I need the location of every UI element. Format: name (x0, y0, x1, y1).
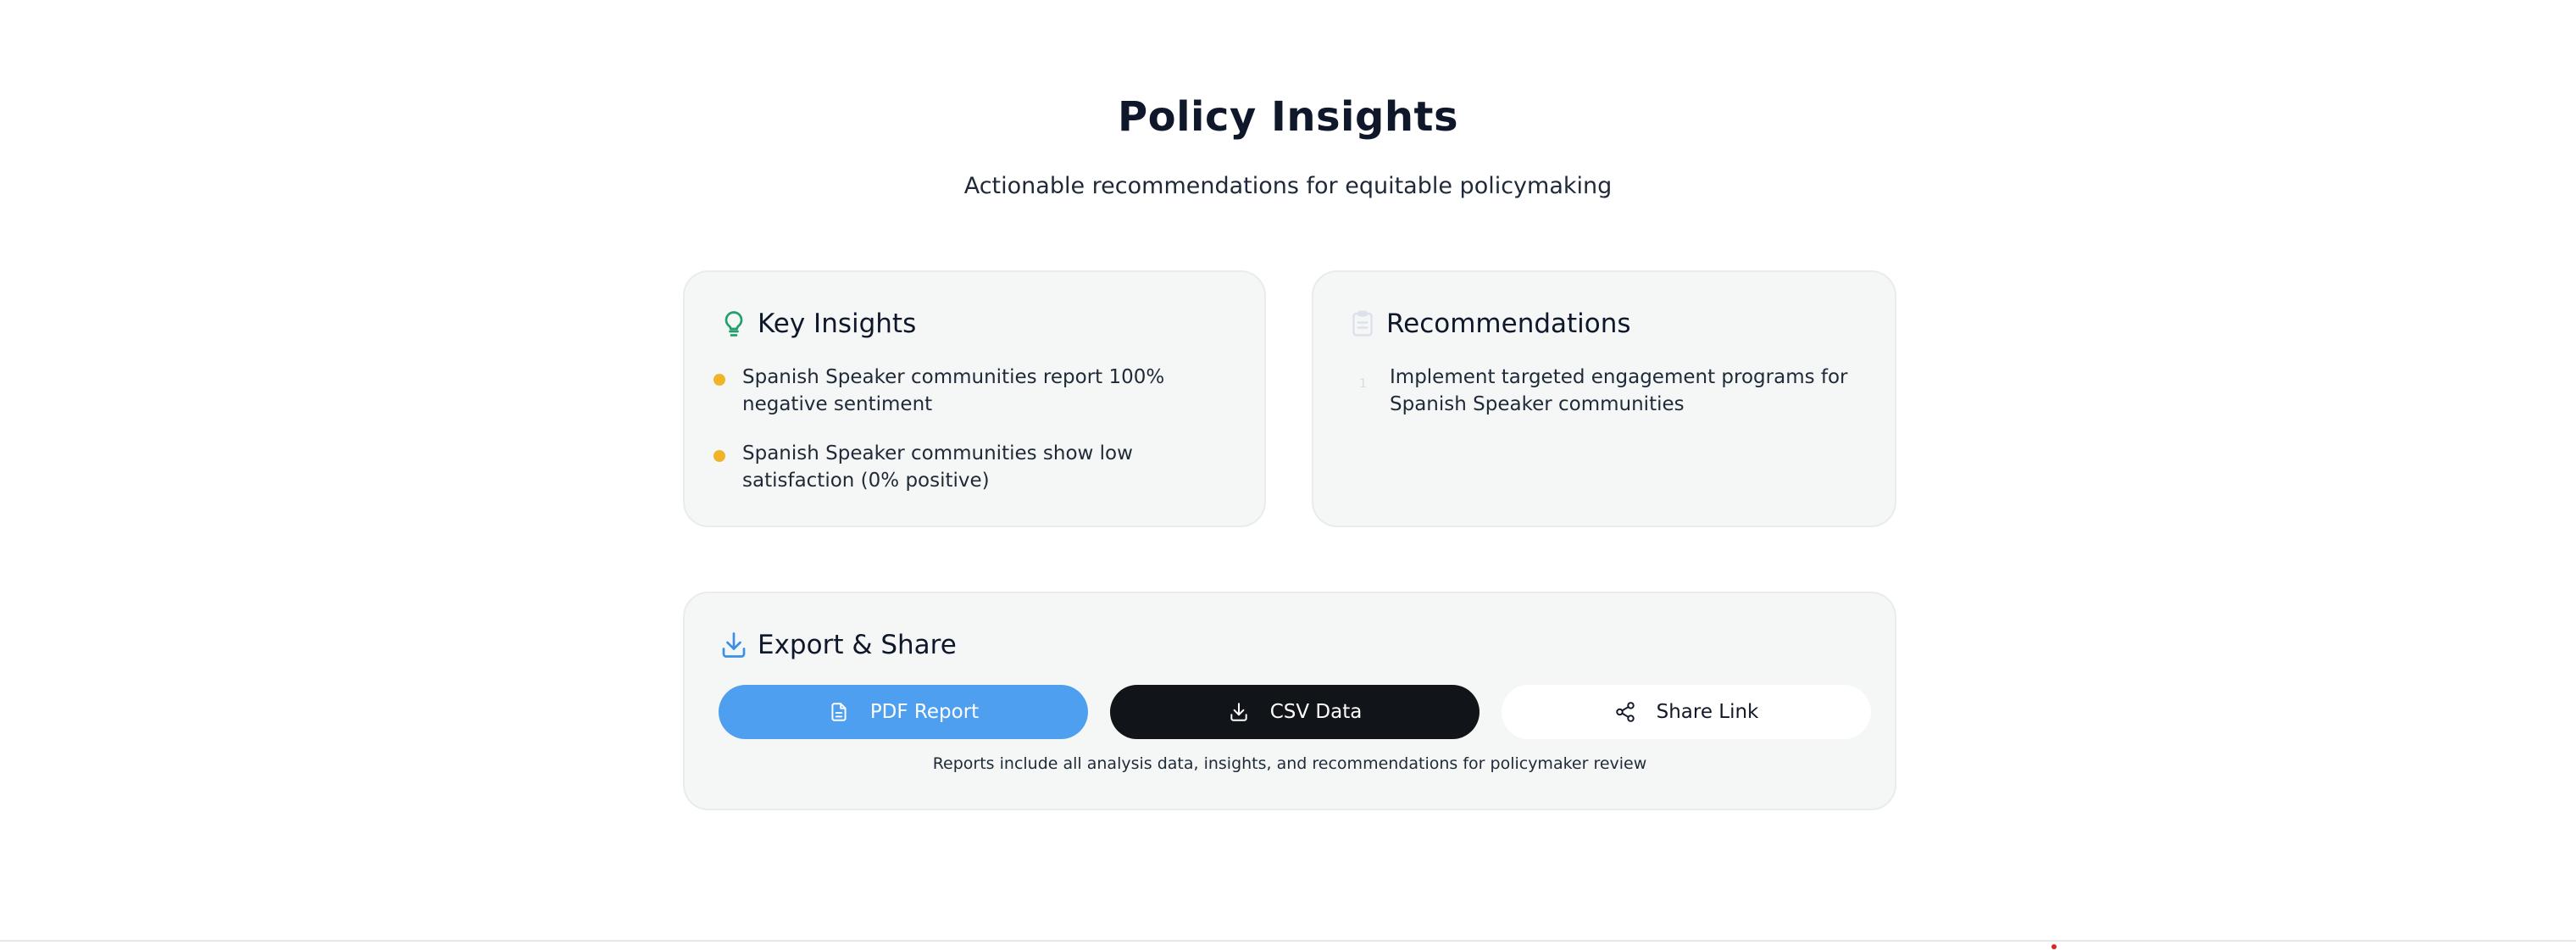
recommendations-card: Recommendations 1 Implement targeted eng… (1312, 270, 1896, 527)
key-insights-title: Key Insights (758, 309, 917, 339)
insight-text: Spanish Speaker communities show low sat… (742, 442, 1133, 492)
csv-data-label: CSV Data (1269, 701, 1363, 723)
clipboard-icon (1347, 309, 1378, 339)
lightbulb-icon (719, 309, 749, 339)
recommendation-number: 1 (1359, 377, 1367, 391)
share-link-button[interactable]: Share Link (1502, 685, 1871, 739)
pdf-report-label: PDF Report (869, 701, 980, 723)
csv-data-button[interactable]: CSV Data (1110, 685, 1480, 739)
recommendation-text: Implement targeted engagement programs f… (1390, 366, 1848, 415)
export-share-card: Export & Share PDF Report CSV Data Share… (683, 592, 1896, 810)
export-button-row: PDF Report CSV Data Share Link (719, 685, 1871, 739)
recommendations-list: 1 Implement targeted engagement programs… (1347, 364, 1856, 418)
key-insights-list: Spanish Speaker communities report 100% … (713, 364, 1222, 516)
share-icon (1615, 702, 1635, 722)
insight-text: Spanish Speaker communities report 100% … (742, 366, 1165, 415)
indicator-dot (2051, 944, 2057, 949)
page-title: Policy Insights (1117, 93, 1459, 141)
recommendations-header: Recommendations (1347, 307, 1631, 341)
bullet-dot (713, 374, 725, 386)
share-link-label: Share Link (1656, 701, 1759, 723)
page: Policy Insights Actionable recommendatio… (0, 0, 2576, 951)
key-insights-header: Key Insights (719, 307, 916, 341)
key-insights-card: Key Insights Spanish Speaker communities… (683, 270, 1266, 527)
list-item: 1 Implement targeted engagement programs… (1347, 364, 1856, 418)
download-icon (719, 630, 749, 660)
page-subtitle: Actionable recommendations for equitable… (963, 173, 1613, 199)
export-note: Reports include all analysis data, insig… (932, 754, 1647, 773)
list-item: Spanish Speaker communities report 100% … (713, 364, 1222, 418)
bottom-divider (0, 940, 2576, 942)
export-header: Export & Share (719, 628, 957, 662)
pdf-report-button[interactable]: PDF Report (719, 685, 1088, 739)
recommendations-title: Recommendations (1386, 309, 1631, 339)
bullet-dot (713, 450, 725, 462)
list-item: Spanish Speaker communities show low sat… (713, 440, 1222, 494)
document-icon (831, 703, 847, 721)
download-icon (1230, 703, 1247, 721)
export-title: Export & Share (758, 630, 957, 660)
